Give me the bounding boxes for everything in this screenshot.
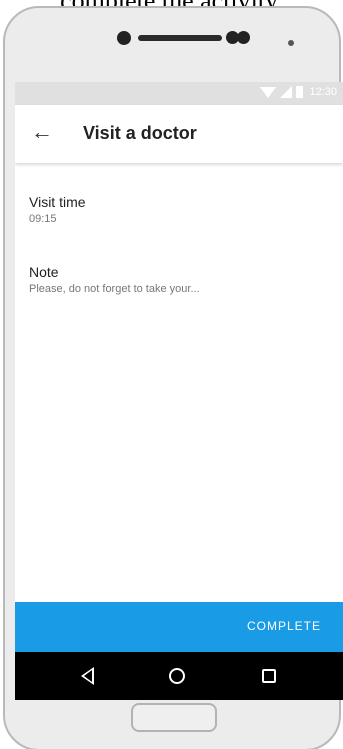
nav-home-icon[interactable]	[169, 668, 185, 684]
page-title: Visit a doctor	[83, 123, 197, 143]
battery-icon	[296, 86, 304, 98]
note-label: Note	[29, 264, 59, 280]
visit-time-field: Visit time 09:15	[29, 194, 86, 225]
note-value: Please, do not forget to take your...	[29, 283, 200, 295]
screen: 12:30 ← Visit a doctor Visit time 09:15 …	[15, 82, 343, 700]
status-time: 12:30	[309, 86, 337, 98]
note-field: Note Please, do not forget to take your.…	[29, 264, 200, 295]
signal-icon	[280, 86, 293, 98]
visit-time-label: Visit time	[29, 194, 86, 210]
front-camera-icon	[117, 31, 131, 45]
back-arrow-icon[interactable]: ←	[31, 121, 53, 143]
status-bar: 12:30	[15, 82, 343, 105]
complete-bar: COMPLETE	[15, 602, 343, 652]
complete-button[interactable]: COMPLETE	[247, 619, 321, 633]
system-nav-bar	[15, 652, 343, 700]
sensor-icon	[237, 31, 250, 44]
nav-back-icon[interactable]	[81, 667, 94, 685]
hardware-home-button[interactable]	[131, 703, 217, 732]
phone-frame: 12:30 ← Visit a doctor Visit time 09:15 …	[3, 6, 343, 749]
nav-recents-icon[interactable]	[262, 669, 276, 683]
speaker-grille	[138, 35, 222, 41]
app-bar: ← Visit a doctor	[15, 105, 343, 163]
visit-time-value: 09:15	[29, 213, 57, 225]
proximity-sensor-icon	[288, 40, 294, 46]
wifi-icon	[260, 86, 277, 98]
